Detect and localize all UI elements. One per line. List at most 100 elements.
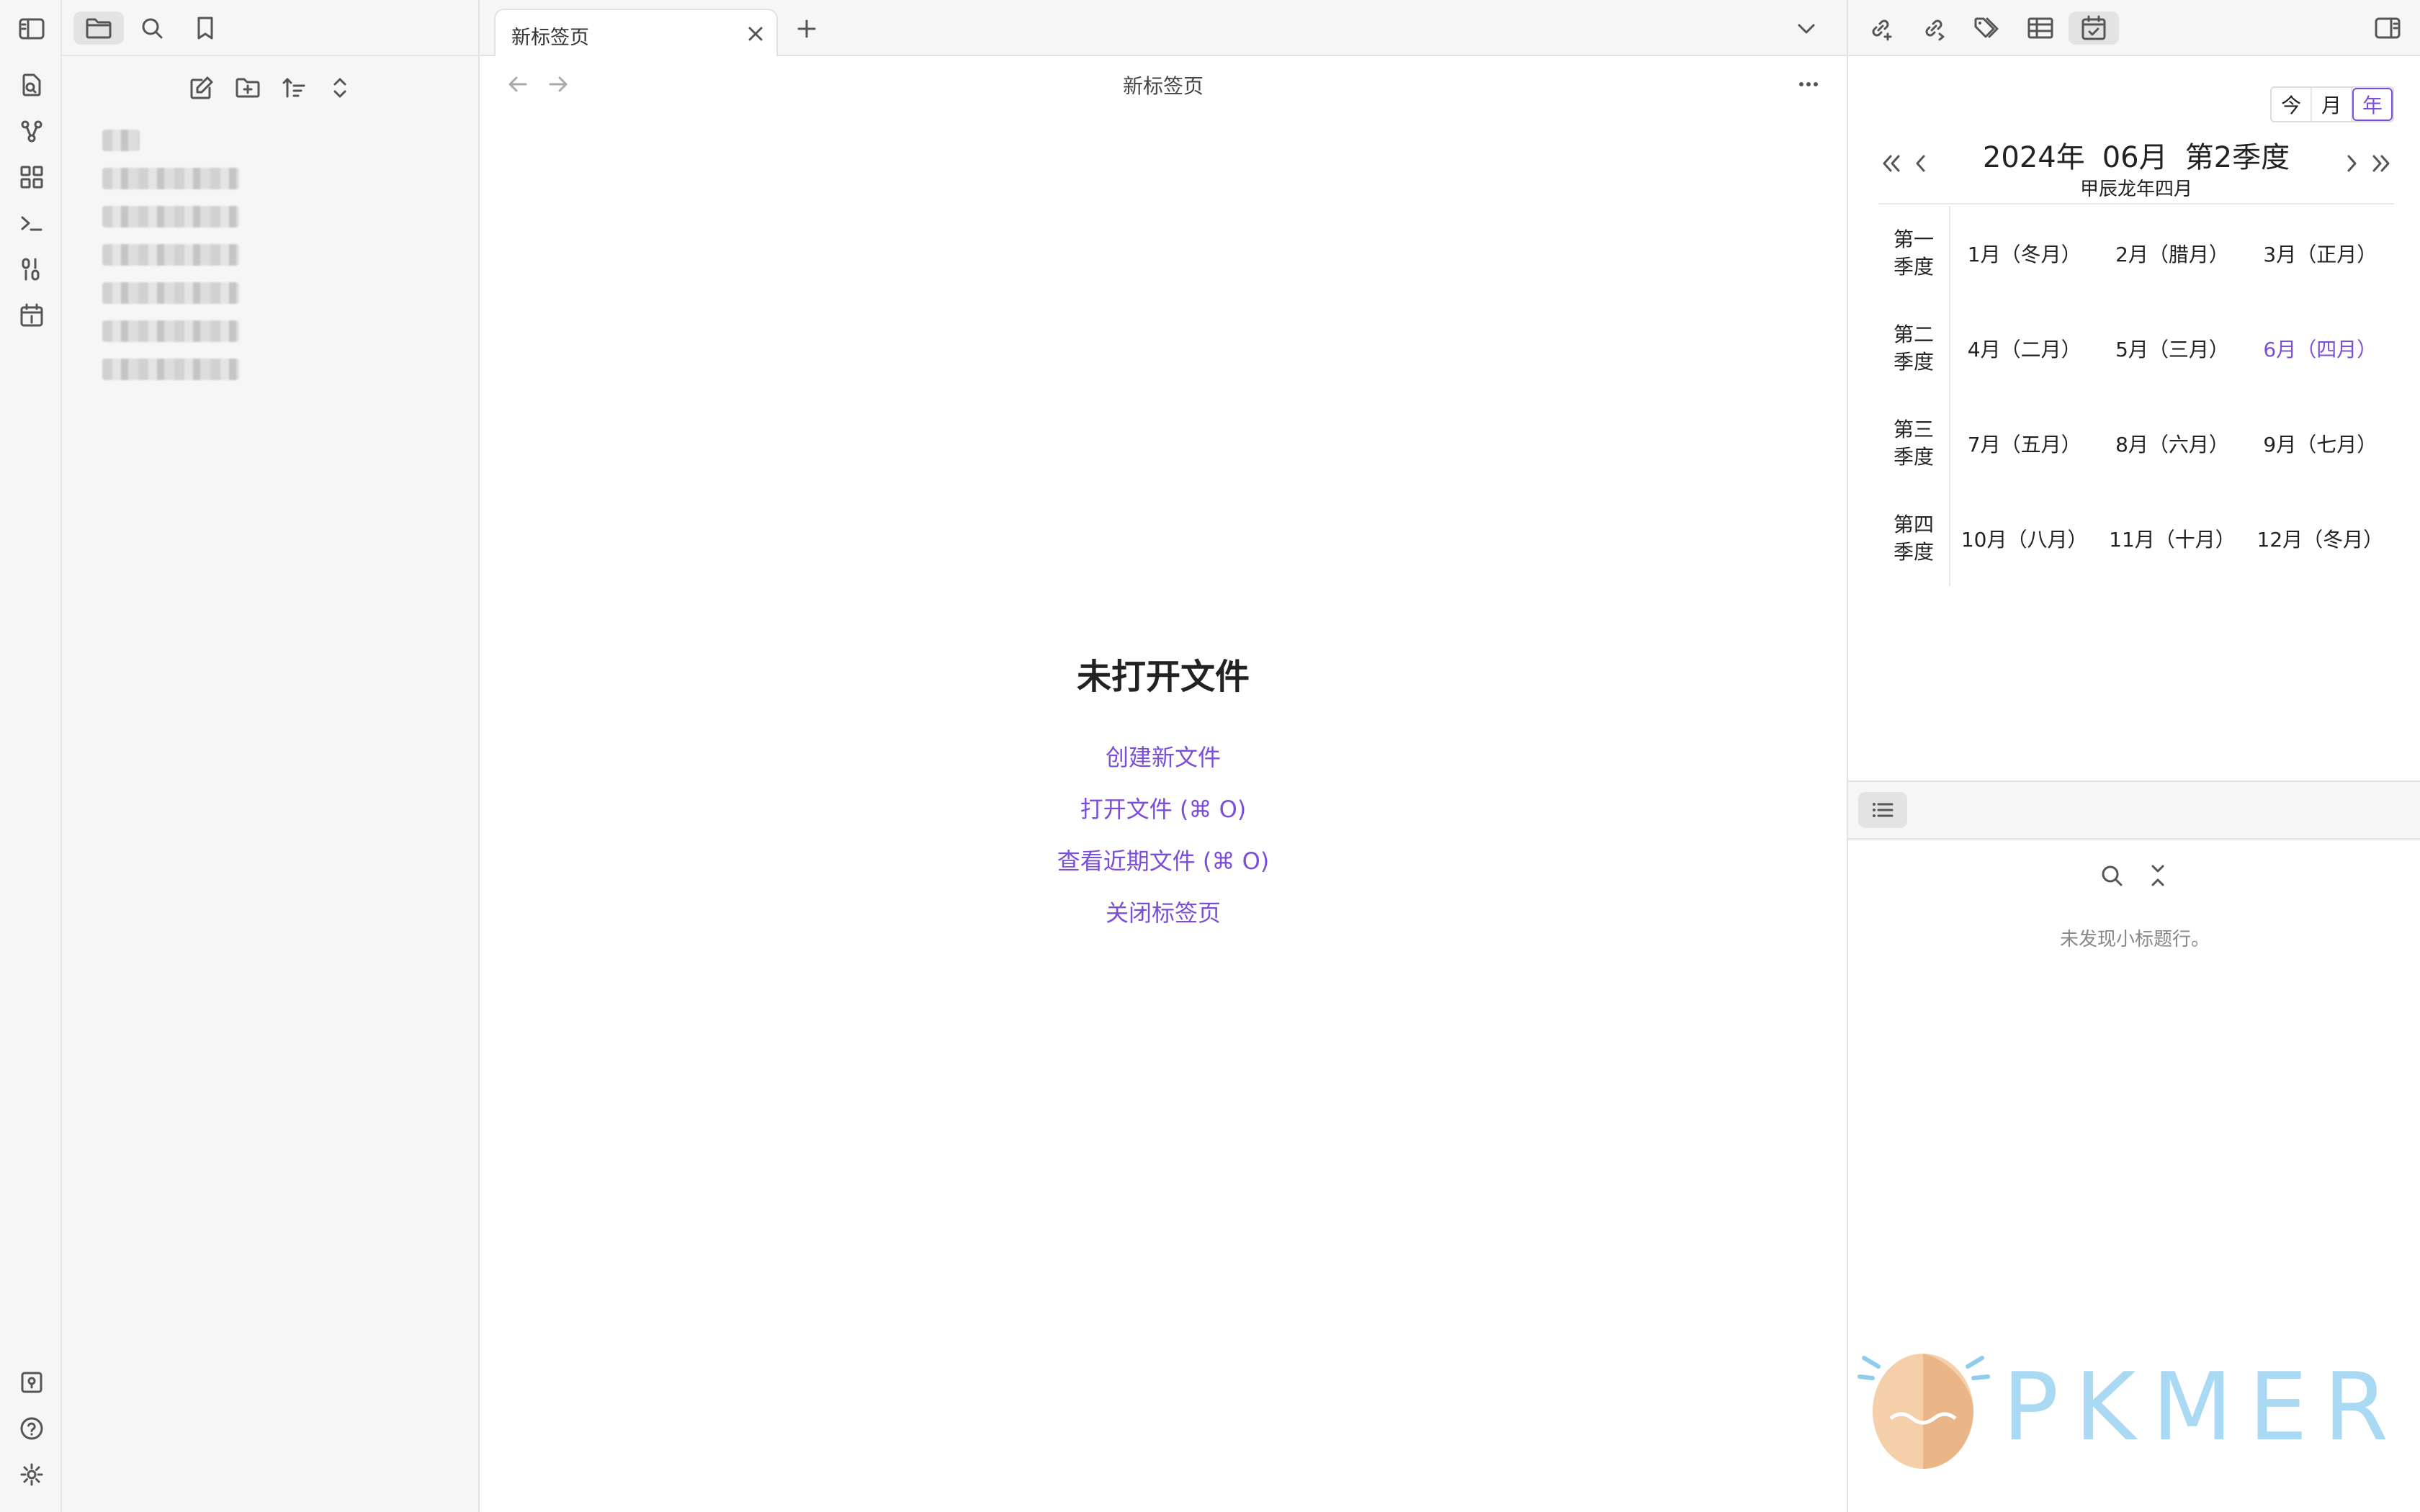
backlinks-icon[interactable] <box>1855 12 1906 45</box>
tab-new-tab[interactable]: 新标签页 <box>494 9 778 56</box>
quarter-label: 第一 季度 <box>1878 206 1950 301</box>
collapse-all-icon[interactable] <box>2138 855 2178 896</box>
month-cell[interactable]: 3月（正月） <box>2246 239 2394 268</box>
file-tree-item[interactable]: █████████ <box>91 235 350 274</box>
quarter-row: 第四季度 10月（八月） 11月（十月） 12月（冬月） <box>1878 491 2394 586</box>
file-tree-item[interactable]: █████████ <box>91 197 350 235</box>
sidebar-tab-header <box>62 0 480 56</box>
outline-toolbar <box>1848 855 2420 899</box>
close-icon[interactable] <box>745 23 766 45</box>
file-search-icon[interactable] <box>16 69 48 101</box>
more-options-icon[interactable] <box>1792 68 1825 101</box>
new-folder-icon[interactable] <box>229 69 266 107</box>
terminal-icon[interactable] <box>16 207 48 239</box>
divider <box>1878 203 2394 204</box>
month-cell[interactable]: 8月（六月） <box>2098 429 2246 458</box>
quarter-label-line: 季度 <box>1893 445 1934 469</box>
collapse-icon[interactable] <box>321 69 359 107</box>
calendar-lunar-date: 甲辰龙年四月 <box>2079 179 2192 200</box>
month-cell[interactable]: 5月（三月） <box>2098 334 2246 363</box>
file-tree-item[interactable]: █████████ <box>91 312 350 350</box>
view-header: 新标签页 <box>480 56 1847 112</box>
quarter-label: 第四 季度 <box>1878 491 1950 586</box>
right-sidebar-tabs <box>1848 0 2420 56</box>
right-sidebar-toggle-icon[interactable] <box>2368 12 2407 45</box>
quarter-label-line: 第一 <box>1893 228 1934 251</box>
file-tree-item-label: █████████ <box>102 358 239 380</box>
outline-tab-header <box>1848 783 2420 840</box>
search-icon[interactable] <box>2092 855 2132 896</box>
settings-icon[interactable] <box>16 1459 48 1490</box>
quarter-label-line: 第四 <box>1893 513 1934 536</box>
month-cell[interactable]: 7月（五月） <box>1950 429 2098 458</box>
binary-icon[interactable] <box>16 253 48 285</box>
outgoing-links-icon[interactable] <box>1909 12 1959 45</box>
open-file-link[interactable]: 打开文件 (⌘ O) <box>480 783 1847 835</box>
file-tree-item-label: █████████ <box>102 320 239 342</box>
graph-icon[interactable] <box>16 115 48 147</box>
tab-title: 新标签页 <box>511 27 589 49</box>
month-cell[interactable]: 2月（腊月） <box>2098 239 2246 268</box>
chevron-down-icon[interactable] <box>1791 13 1822 45</box>
file-tree: ████ █████████ █████████ █████████ █████… <box>91 121 350 388</box>
file-tree-item[interactable]: ████ <box>91 121 350 159</box>
dashboard-icon[interactable] <box>16 161 48 193</box>
outline-empty-text: 未发现小标题行。 <box>2059 929 2210 950</box>
view-month-button[interactable]: 月 <box>2312 88 2352 121</box>
month-cell[interactable]: 11月（十月） <box>2098 524 2246 553</box>
list-icon[interactable] <box>1858 792 1907 828</box>
calendar-year[interactable]: 2024年 <box>1983 141 2085 174</box>
plus-icon[interactable] <box>791 13 823 45</box>
explorer-actions <box>62 69 480 107</box>
month-cell-current[interactable]: 6月（四月） <box>2246 334 2394 363</box>
month-cell[interactable]: 10月（八月） <box>1950 524 2098 553</box>
sort-icon[interactable] <box>275 69 313 107</box>
calendar-check-icon[interactable] <box>2069 12 2119 45</box>
tags-icon[interactable] <box>1962 12 2012 45</box>
search-icon[interactable] <box>127 12 177 45</box>
file-tree-item-label: █████████ <box>102 243 239 266</box>
file-explorer-sidebar: ████ █████████ █████████ █████████ █████… <box>62 0 480 1512</box>
file-tree-item-label: █████████ <box>102 282 239 304</box>
calendar-view-switch: 今 月 年 <box>2270 86 2394 122</box>
calendar-quarter[interactable]: 第2季度 <box>2185 141 2290 174</box>
empty-state: 未打开文件 创建新文件 打开文件 (⌘ O) 查看近期文件 (⌘ O) 关闭标签… <box>480 648 1847 939</box>
calendar-month[interactable]: 06月 <box>2102 141 2168 174</box>
double-chevron-right-icon[interactable] <box>2367 145 2396 181</box>
right-sidebar: 今 月 年 2024年 06月 第2季度 甲辰龙年四月 第一 季度 1月（冬月）… <box>1847 0 2420 1512</box>
file-tree-item[interactable]: █████████ <box>91 159 350 197</box>
month-cell[interactable]: 9月（七月） <box>2246 429 2394 458</box>
pkmer-logo-icon <box>1857 1354 1990 1469</box>
month-cell[interactable]: 1月（冬月） <box>1950 239 2098 268</box>
quarter-label-line: 第二 <box>1893 323 1934 346</box>
pkmer-watermark: PKMER <box>1851 1332 2398 1476</box>
tab-bar: 新标签页 <box>480 0 1847 56</box>
bookmark-icon[interactable] <box>180 12 230 45</box>
file-tree-item-label: ████ <box>102 129 140 151</box>
sidebar-toggle-icon[interactable] <box>16 14 48 43</box>
pkmer-watermark-text: PKMER <box>2002 1352 2405 1462</box>
file-tree-item[interactable]: █████████ <box>91 350 350 388</box>
help-icon[interactable] <box>16 1413 48 1444</box>
month-cell[interactable]: 4月（二月） <box>1950 334 2098 363</box>
ribbon <box>0 0 62 1512</box>
file-tree-item[interactable]: █████████ <box>91 274 350 312</box>
chevron-right-icon[interactable] <box>2338 145 2367 181</box>
quarter-label-line: 第三 <box>1893 418 1934 441</box>
empty-state-title: 未打开文件 <box>1076 657 1250 697</box>
calendar-panel: 今 月 年 2024年 06月 第2季度 甲辰龙年四月 第一 季度 1月（冬月）… <box>1848 56 2420 782</box>
close-tab-link[interactable]: 关闭标签页 <box>480 887 1847 939</box>
vault-icon[interactable] <box>16 1367 48 1398</box>
quarter-label-line: 季度 <box>1893 255 1934 279</box>
recent-files-link[interactable]: 查看近期文件 (⌘ O) <box>480 835 1847 887</box>
view-today-button[interactable]: 今 <box>2272 88 2312 121</box>
new-note-icon[interactable] <box>183 69 220 107</box>
table-icon[interactable] <box>2015 12 2066 45</box>
create-new-file-link[interactable]: 创建新文件 <box>480 732 1847 783</box>
folder-icon[interactable] <box>73 12 124 45</box>
quarter-label-line: 季度 <box>1893 540 1934 564</box>
quarter-row: 第三季度 7月（五月） 8月（六月） 9月（七月） <box>1878 396 2394 491</box>
view-year-button[interactable]: 年 <box>2352 88 2393 121</box>
calendar-icon[interactable] <box>16 300 48 331</box>
month-cell[interactable]: 12月（冬月） <box>2246 524 2394 553</box>
